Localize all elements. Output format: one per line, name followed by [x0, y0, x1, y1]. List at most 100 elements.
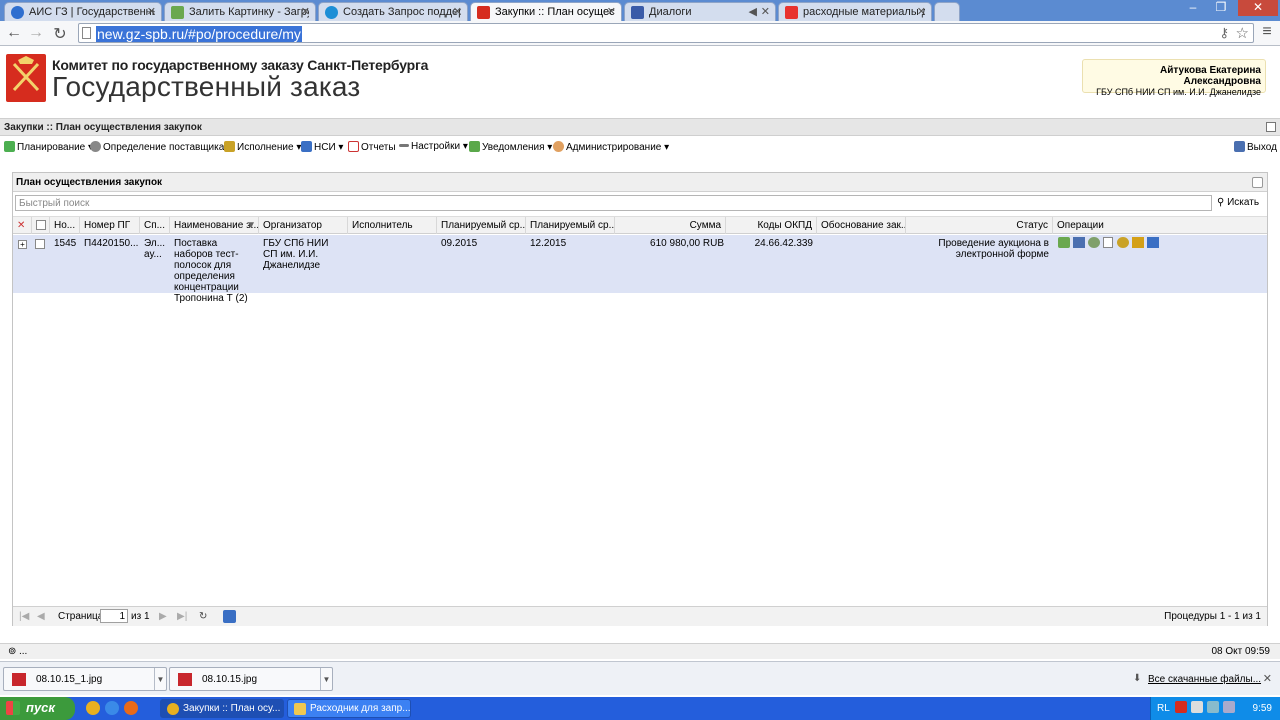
url-input[interactable]: new.gz-spb.ru/#po/procedure/my ⚷ ☆: [78, 23, 1254, 43]
document-icon[interactable]: [1103, 237, 1113, 248]
col-plan-start[interactable]: Планируемый ср...: [437, 217, 526, 234]
menu-admin[interactable]: Администрирование ▾: [553, 141, 669, 153]
col-executor[interactable]: Исполнитель: [348, 217, 437, 234]
antivirus-icon[interactable]: [1175, 701, 1187, 713]
select-all-checkbox[interactable]: [32, 217, 50, 234]
globe-icon: [325, 6, 338, 19]
minimize-icon[interactable]: –: [1180, 0, 1206, 16]
menu-reports[interactable]: Отчеты: [348, 141, 396, 153]
start-button[interactable]: пуск: [0, 697, 75, 720]
emblem-icon[interactable]: [1117, 237, 1129, 248]
quick-search-input[interactable]: Быстрый поиск: [15, 195, 1212, 211]
col-number[interactable]: Но...: [50, 217, 80, 234]
language-indicator[interactable]: RL: [1157, 703, 1170, 714]
col-sum[interactable]: Сумма: [615, 217, 726, 234]
menu-nsi[interactable]: НСИ ▾: [301, 141, 343, 153]
close-icon[interactable]: ✕: [1263, 672, 1272, 685]
col-okpd[interactable]: Коды ОКПД: [726, 217, 817, 234]
stats-icon[interactable]: [1147, 237, 1159, 248]
row-checkbox[interactable]: [35, 239, 45, 249]
page-total: из 1: [131, 611, 150, 622]
clock: 9:59: [1252, 703, 1272, 714]
cell-status: Проведение аукциона в электронной форме: [938, 238, 1049, 260]
col-basis[interactable]: Обоснование зак...: [817, 217, 906, 234]
taskbar-item-browser[interactable]: Закупки :: План осу...: [160, 699, 284, 718]
refresh-panel-icon[interactable]: [1252, 177, 1263, 188]
col-method[interactable]: Сп...: [140, 217, 170, 234]
user-info: Айтукова Екатерина Александровна ГБУ СПб…: [1082, 59, 1266, 97]
last-page-icon[interactable]: ▶|: [177, 611, 187, 622]
search-button[interactable]: ⚲ Искать: [1217, 197, 1259, 208]
download-bar: 08.10.15_1.jpg ▼ 08.10.15.jpg ▼ ⬇ Все ск…: [0, 661, 1280, 695]
tab-upload-image[interactable]: Залить Картинку - Загрузи ✕: [164, 2, 316, 21]
refresh-icon[interactable]: ↻: [199, 611, 207, 622]
save-icon[interactable]: [223, 610, 236, 623]
chrome-icon[interactable]: [86, 701, 100, 715]
filter-icon[interactable]: ▼: [246, 220, 256, 231]
col-pg-number[interactable]: Номер ПГ: [80, 217, 140, 234]
reload-icon[interactable]: ↻: [50, 24, 70, 44]
taskbar-item-folder[interactable]: Расходник для запр...: [287, 699, 411, 718]
tray-app-icon[interactable]: [1223, 701, 1235, 713]
col-status[interactable]: Статус: [906, 217, 1053, 234]
gears-icon: [90, 141, 101, 152]
download-item[interactable]: 08.10.15.jpg ▼: [169, 667, 333, 691]
star-icon[interactable]: ☆: [1236, 24, 1249, 42]
next-page-icon[interactable]: ▶: [159, 611, 167, 622]
back-icon[interactable]: ←: [4, 24, 24, 42]
approve-icon[interactable]: [1058, 237, 1070, 248]
gears-icon[interactable]: [1088, 237, 1100, 248]
col-plan-end[interactable]: Планируемый ср...: [526, 217, 615, 234]
prev-page-icon[interactable]: ◀: [37, 611, 45, 622]
menu-notifications[interactable]: Уведомления ▾: [469, 141, 552, 153]
ie-icon[interactable]: [105, 701, 119, 715]
forward-icon[interactable]: →: [26, 24, 46, 42]
close-window-icon[interactable]: ✕: [1238, 0, 1278, 16]
col-name[interactable]: Наименование з... ▼: [170, 217, 259, 234]
chevron-down-icon[interactable]: ▼: [154, 668, 166, 690]
menu-supplier[interactable]: Определение поставщика ▾: [90, 141, 232, 153]
maximize-icon[interactable]: [1266, 122, 1276, 132]
tab-yandex-search[interactable]: расходные материалы для ✕: [778, 2, 932, 21]
close-icon[interactable]: ✕: [301, 5, 310, 18]
menu-icon[interactable]: ≡: [1257, 23, 1277, 41]
first-page-icon[interactable]: |◀: [19, 611, 29, 622]
firefox-icon[interactable]: [124, 701, 138, 715]
close-icon[interactable]: ✕: [147, 5, 156, 18]
tab-ais-gz[interactable]: АИС ГЗ | Государственный ✕: [4, 2, 162, 21]
expand-icon[interactable]: +: [18, 240, 27, 249]
chevron-down-icon[interactable]: ▼: [320, 668, 332, 690]
logout-button[interactable]: Выход: [1234, 141, 1277, 153]
cell-organizer: ГБУ СПб НИИ СП им. И.И. Джанелидзе: [263, 238, 329, 271]
key-icon[interactable]: ⚷: [1219, 25, 1229, 41]
close-icon[interactable]: ✕: [917, 5, 926, 18]
user-org: ГБУ СПб НИИ СП им. И.И. Джанелидзе: [1096, 87, 1261, 97]
speaker-icon: ◀: [748, 6, 757, 18]
volume-icon[interactable]: [1207, 701, 1219, 713]
restore-icon[interactable]: ❐: [1208, 0, 1234, 16]
col-organizer[interactable]: Организатор: [259, 217, 348, 234]
network-icon[interactable]: [1191, 701, 1203, 713]
col-operations[interactable]: Операции: [1053, 217, 1269, 234]
close-icon[interactable]: ✕: [761, 5, 770, 18]
tab-procurement-plan[interactable]: Закупки :: План осущест ✕: [470, 2, 622, 21]
cell-name: Поставка наборов тест-полосок для опреде…: [174, 238, 248, 304]
tab-dialogs[interactable]: Диалоги ◀ ✕: [624, 2, 776, 21]
table-row[interactable]: + 1545 П4420150... Эл... ау... Поставка …: [13, 235, 1267, 304]
tab-support-request[interactable]: Создать Запрос поддержк ✕: [318, 2, 468, 21]
site-header: Комитет по государственному заказу Санкт…: [0, 47, 1280, 119]
menu-execution[interactable]: Исполнение ▾: [224, 141, 301, 153]
clear-filter-icon[interactable]: ✕: [13, 217, 32, 234]
close-icon[interactable]: ✕: [607, 5, 616, 18]
menu-settings[interactable]: Настройки ▾: [399, 141, 468, 152]
download-item[interactable]: 08.10.15_1.jpg ▼: [3, 667, 167, 691]
chart-icon[interactable]: [1073, 237, 1085, 248]
user-icon: [553, 141, 564, 152]
all-downloads-link[interactable]: Все скачанные файлы...: [1148, 674, 1261, 685]
close-icon[interactable]: ✕: [453, 5, 462, 18]
page-number-input[interactable]: 1: [100, 609, 128, 623]
new-tab-button[interactable]: [934, 2, 960, 21]
menu-planning[interactable]: Планирование ▾: [4, 141, 93, 153]
play-icon: [631, 6, 644, 19]
scroll-icon[interactable]: [1132, 237, 1144, 248]
